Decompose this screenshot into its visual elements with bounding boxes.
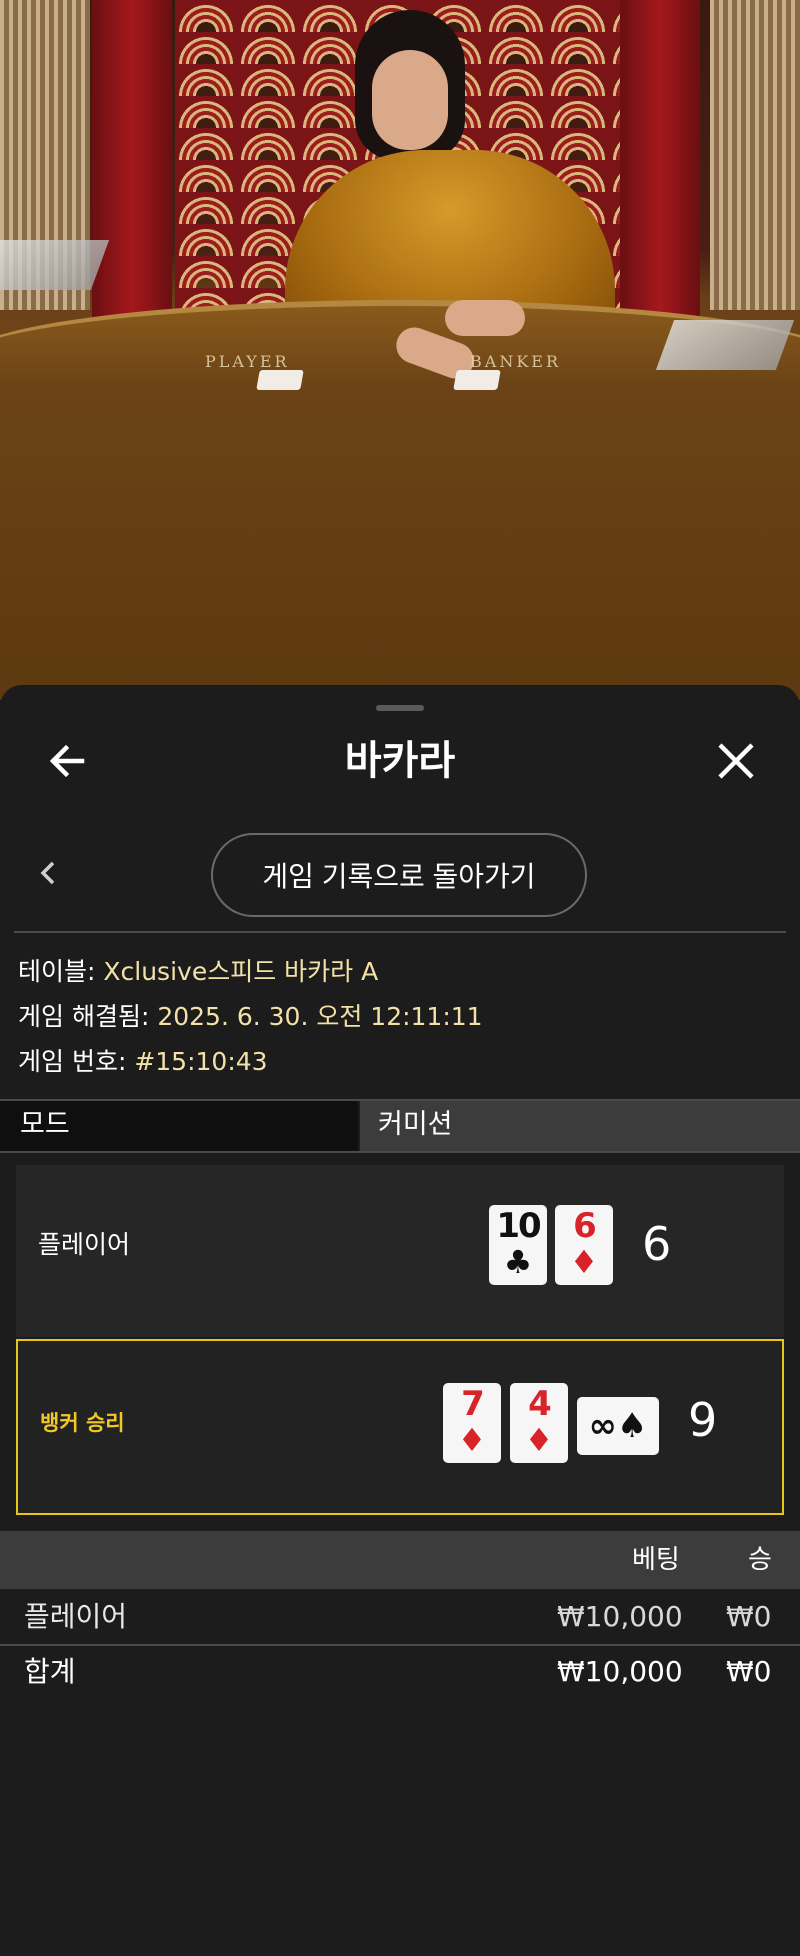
table-label: 테이블: [18, 957, 96, 986]
return-to-history-button[interactable]: 게임 기록으로 돌아가기 [211, 833, 587, 917]
felt-banker-label: BANKER [470, 352, 561, 371]
card-shoe-right [655, 320, 795, 370]
table-row-total: 합계 ₩10,000 ₩0 [0, 1644, 800, 1698]
card-rank: 6 [573, 1206, 597, 1246]
playing-card-sideways: ∞ ♠ [577, 1397, 659, 1455]
curtain-right [710, 0, 800, 310]
table-value: Xclusive스피드 바카라 A [103, 957, 379, 986]
resolved-value: 2025. 6. 30. 오전 12:11:11 [157, 1002, 483, 1031]
page-title: 바카라 [344, 738, 456, 784]
table-info: 테이블: Xclusive스피드 바카라 A [18, 955, 378, 989]
dealer-face [372, 50, 448, 150]
game-number-value: #15:10:43 [134, 1047, 268, 1076]
bets-table-header: 베팅 승 [0, 1531, 800, 1589]
table-card [453, 370, 501, 390]
bet-column-header: 베팅 [632, 1545, 680, 1575]
tab-mode[interactable]: 모드 [0, 1101, 358, 1151]
divider [14, 931, 786, 933]
felt-player-label: PLAYER [205, 352, 290, 371]
win-column-header: 승 [748, 1545, 772, 1575]
table-card [256, 370, 304, 390]
playing-card: 10 ♣ [489, 1205, 547, 1285]
playing-card: 7 ♦ [443, 1383, 501, 1463]
resolved-label: 게임 해결됨: [18, 1002, 150, 1031]
red-panel-left [92, 0, 172, 320]
club-suit-icon: ♣ [503, 1243, 533, 1281]
dealer-hand [445, 300, 525, 336]
player-score: 6 [642, 1217, 672, 1271]
card-rank: 4 [528, 1384, 552, 1424]
diamond-suit-icon: ♦ [569, 1243, 599, 1281]
total-bet-amount: ₩10,000 [557, 1655, 683, 1688]
banker-score: 9 [688, 1393, 718, 1447]
playing-card: 6 ♦ [555, 1205, 613, 1285]
player-label: 플레이어 [38, 1230, 131, 1259]
bet-amount: ₩10,000 [557, 1600, 683, 1633]
card-rank: 10 [496, 1206, 541, 1246]
win-amount: ₩0 [726, 1600, 772, 1633]
spade-suit-icon: ♠ [616, 1406, 648, 1446]
card-rank: ∞ [588, 1406, 617, 1446]
chevron-left-icon[interactable] [30, 855, 66, 891]
drag-handle[interactable] [376, 705, 424, 711]
table-row: 플레이어 ₩10,000 ₩0 [0, 1591, 800, 1643]
game-number-label: 게임 번호: [18, 1047, 127, 1076]
game-detail-sheet: 바카라 게임 기록으로 돌아가기 테이블: Xclusive스피드 바카라 A … [0, 685, 800, 1956]
card-shoe-left [0, 240, 110, 290]
resolved-info: 게임 해결됨: 2025. 6. 30. 오전 12:11:11 [18, 1000, 483, 1034]
close-icon[interactable] [710, 735, 762, 787]
mode-tabs: 모드 커미션 [0, 1099, 800, 1153]
banker-win-label: 뱅커 승리 [40, 1411, 125, 1435]
red-panel-right [620, 0, 700, 320]
playing-card: 4 ♦ [510, 1383, 568, 1463]
total-label: 합계 [24, 1655, 76, 1688]
diamond-suit-icon: ♦ [524, 1421, 554, 1459]
tab-commission[interactable]: 커미션 [360, 1101, 800, 1151]
diamond-suit-icon: ♦ [457, 1421, 487, 1459]
live-video-feed: PLAYER BANKER [0, 0, 800, 700]
total-win-amount: ₩0 [726, 1655, 772, 1688]
card-rank: 7 [461, 1384, 485, 1424]
player-hand: 플레이어 10 ♣ 6 ♦ 6 [16, 1165, 784, 1337]
bet-name: 플레이어 [24, 1600, 128, 1633]
game-number-info: 게임 번호: #15:10:43 [18, 1045, 268, 1079]
banker-hand: 뱅커 승리 7 ♦ 4 ♦ ∞ ♠ 9 [16, 1339, 784, 1515]
